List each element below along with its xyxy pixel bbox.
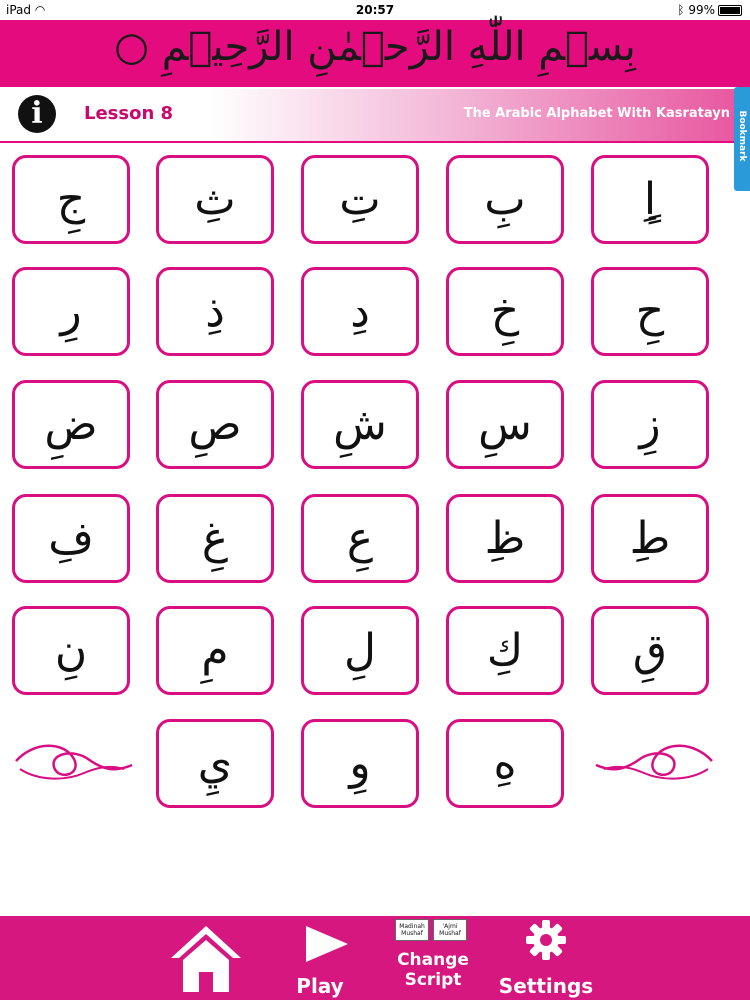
letter-tile[interactable]: ضِ <box>12 380 130 469</box>
letter-glyph: ضِ <box>44 398 98 450</box>
bottom-nav: Play Madinah Mushaf 'Ajmi Mushaf Change … <box>0 916 750 1000</box>
letter-tile[interactable]: خِ <box>446 267 564 356</box>
change-script-button[interactable]: Madinah Mushaf 'Ajmi Mushaf Change Scrip… <box>391 916 475 1000</box>
letter-glyph: مِ <box>201 624 229 676</box>
letter-glyph: قِ <box>632 624 668 676</box>
letter-glyph: عِ <box>346 512 374 564</box>
letter-glyph: يِ <box>197 737 233 789</box>
madinah-mushaf-tag: Madinah Mushaf <box>395 919 429 941</box>
letter-glyph: جِ <box>56 173 86 225</box>
info-icon[interactable]: i <box>18 95 56 133</box>
letter-tile[interactable]: رِ <box>12 267 130 356</box>
letter-tile[interactable]: جِ <box>12 155 130 244</box>
letter-tile[interactable]: غِ <box>156 494 274 583</box>
ajmi-mushaf-tag: 'Ajmi Mushaf <box>433 919 467 941</box>
letter-glyph: رِ <box>60 285 82 337</box>
letter-glyph: نِ <box>54 624 88 676</box>
letter-glyph: غِ <box>201 512 229 564</box>
bismillah-header: بِسۡمِ اللّٰهِ الرَّحۡمٰنِ الرَّحِيۡمِ ○ <box>0 20 750 87</box>
letter-tile[interactable]: لِ <box>301 606 419 695</box>
bookmark-label: Bookmark <box>737 110 747 162</box>
letter-tile[interactable]: بِ <box>446 155 564 244</box>
letter-tile[interactable]: حِ <box>591 267 709 356</box>
letter-tile[interactable]: ٍاِ <box>591 155 709 244</box>
letter-glyph: صِ <box>188 398 242 450</box>
lesson-subtitle: The Arabic Alphabet With Kasratayn <box>463 106 730 121</box>
bluetooth-icon: ᛒ <box>677 3 685 17</box>
status-time: 20:57 <box>355 3 395 17</box>
letter-tile[interactable]: قِ <box>591 606 709 695</box>
letter-glyph: دِ <box>350 285 370 337</box>
letter-glyph: لِ <box>344 624 376 676</box>
letter-tile[interactable]: مِ <box>156 606 274 695</box>
letter-glyph: ذِ <box>205 285 225 337</box>
letter-glyph: بِ <box>484 173 526 225</box>
letter-glyph: خِ <box>490 285 520 337</box>
letter-glyph: ثِ <box>194 173 236 225</box>
bismillah-text: بِسۡمِ اللّٰهِ الرَّحۡمٰنِ الرَّحِيۡمِ ○ <box>114 24 636 70</box>
letter-glyph: وِ <box>349 737 371 789</box>
letter-tile[interactable]: نِ <box>12 606 130 695</box>
bookmark-tab[interactable]: Bookmark <box>734 87 750 191</box>
gear-icon <box>526 920 566 960</box>
letter-tile[interactable]: شِ <box>301 380 419 469</box>
home-button[interactable] <box>166 916 246 1000</box>
play-label: Play <box>296 974 344 998</box>
letter-glyph: سِ <box>478 398 532 450</box>
letter-tile[interactable]: طِ <box>591 494 709 583</box>
lesson-bar: i Lesson 8 The Arabic Alphabet With Kasr… <box>0 89 750 143</box>
script-switch: Madinah Mushaf 'Ajmi Mushaf <box>393 919 473 941</box>
letter-tile[interactable]: صِ <box>156 380 274 469</box>
play-icon <box>306 926 348 962</box>
flourish-right-icon <box>595 744 713 780</box>
letter-glyph: ٍاِ <box>643 173 657 225</box>
settings-label: Settings <box>498 974 594 998</box>
flourish-left-icon <box>15 744 133 780</box>
status-right: ᛒ 99% <box>677 3 742 17</box>
letter-glyph: فِ <box>48 512 94 564</box>
letter-tile[interactable]: دِ <box>301 267 419 356</box>
letter-glyph: طِ <box>629 512 671 564</box>
letter-glyph: كِ <box>486 624 524 676</box>
letter-glyph: شِ <box>333 398 387 450</box>
letter-tile[interactable]: هِ <box>446 719 564 808</box>
home-icon <box>171 926 241 992</box>
letter-tile[interactable]: ذِ <box>156 267 274 356</box>
letter-glyph: ظِ <box>484 512 526 564</box>
letter-tile[interactable]: تِ <box>301 155 419 244</box>
lesson-title: Lesson 8 <box>84 103 174 124</box>
change-script-label: Change Script <box>397 950 469 990</box>
battery-percent: 99% <box>688 3 715 17</box>
status-bar: iPad ◠ 20:57 ᛒ 99% <box>0 0 750 20</box>
letter-tile[interactable]: يِ <box>156 719 274 808</box>
letter-tile[interactable]: ظِ <box>446 494 564 583</box>
letter-tile[interactable]: سِ <box>446 380 564 469</box>
letter-tile[interactable]: عِ <box>301 494 419 583</box>
letter-glyph: تِ <box>339 173 381 225</box>
letter-glyph: حِ <box>635 285 665 337</box>
battery-icon <box>718 5 742 16</box>
letter-glyph: هِ <box>493 737 517 789</box>
letter-tile[interactable]: كِ <box>446 606 564 695</box>
settings-button[interactable]: Settings <box>498 916 594 1000</box>
letter-tile[interactable]: زِ <box>591 380 709 469</box>
letter-tile[interactable]: ثِ <box>156 155 274 244</box>
letter-tile[interactable]: فِ <box>12 494 130 583</box>
letter-tile[interactable]: وِ <box>301 719 419 808</box>
letter-glyph: زِ <box>639 398 661 450</box>
play-button[interactable]: Play <box>290 916 350 1000</box>
